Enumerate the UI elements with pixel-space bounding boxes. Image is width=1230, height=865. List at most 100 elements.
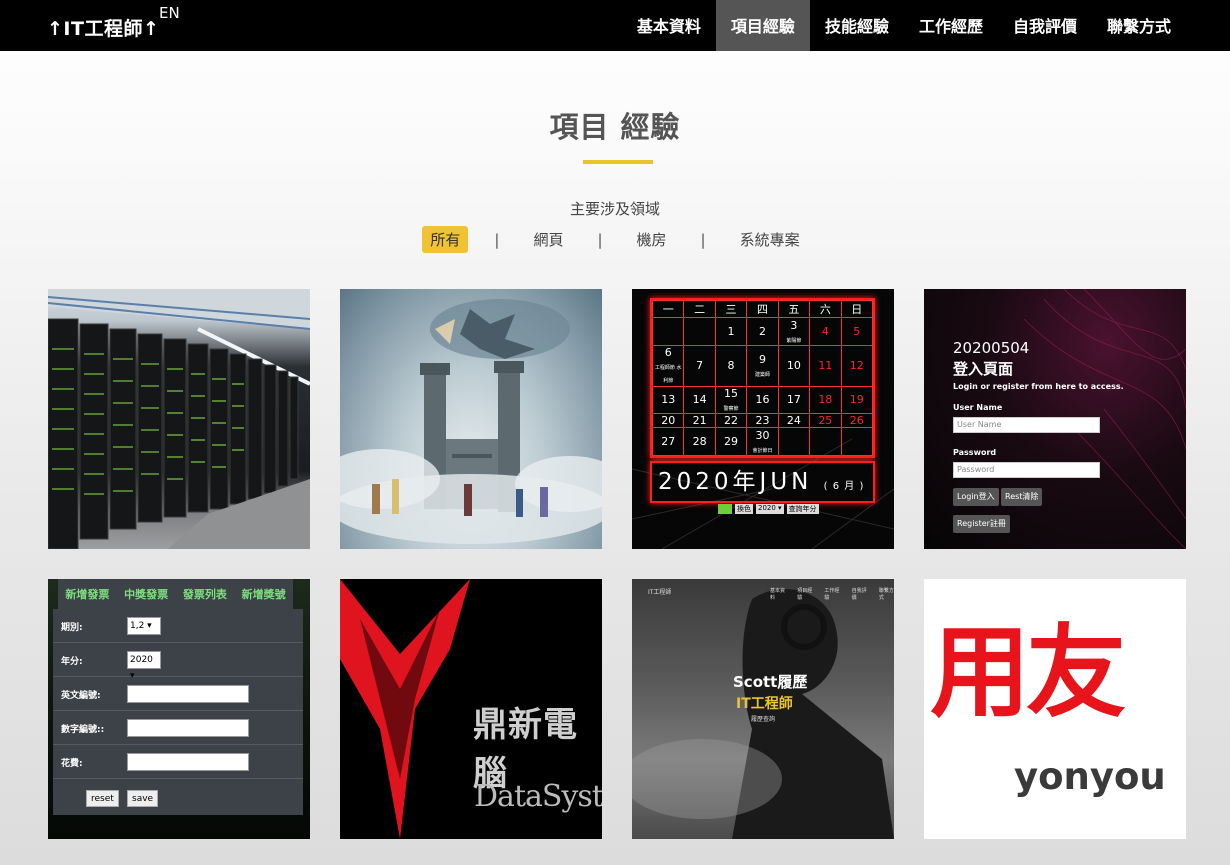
form-row-cost: 花費: (53, 745, 303, 779)
project-tile-login[interactable]: 20200504 登入頁面 Login or register from her… (924, 289, 1186, 549)
day-cell: 4 (809, 317, 842, 346)
filter-system-projects[interactable]: 系統專案 (732, 226, 808, 253)
register-button[interactable]: Register註冊 (953, 515, 1010, 533)
day-cell (683, 317, 716, 346)
project-tile-server-room[interactable] (48, 289, 310, 549)
year-label: 年分: (61, 657, 83, 667)
project-tile-resume[interactable]: IT工程師 基本資料 項目經驗 工作經驗 自我評價 聯繫方式 Scott履歷 I… (632, 579, 894, 839)
project-tile-yonyou[interactable]: 用友 yonyou (924, 579, 1186, 839)
form-row-period: 期別: 1,2 ▾ (53, 609, 303, 643)
section-title: 項目 經驗 (549, 110, 681, 144)
day-note: 會計節日 (752, 447, 773, 454)
resume-name: Scott履歷 (733, 673, 808, 691)
invoice-save-button[interactable]: save (127, 790, 159, 807)
weekday-header: 四 (746, 299, 779, 319)
nav-item-self-evaluation[interactable]: 自我評價 (998, 0, 1092, 51)
number-code-input[interactable] (127, 719, 249, 737)
filter-separator: | (494, 230, 500, 249)
filter-web[interactable]: 網頁 (525, 226, 571, 253)
weekday-header: 五 (777, 299, 811, 319)
yonyou-chinese-logo: 用友 (930, 614, 1126, 731)
tab-invoice-list[interactable]: 發票列表 (183, 586, 227, 602)
invoice-reset-button[interactable]: reset (86, 790, 119, 807)
filter-all[interactable]: 所有 (422, 226, 469, 253)
cost-input[interactable] (127, 753, 249, 771)
username-label: User Name (953, 403, 1003, 412)
resume-role: IT工程師 (736, 696, 793, 712)
login-heading: 登入頁面 (953, 360, 1014, 378)
day-cell: 30 會計節日 (746, 427, 779, 456)
day-number: 15 (724, 386, 739, 400)
day-cell: 6 工程師節 水利節 (651, 344, 685, 387)
day-cell: 8 (714, 344, 748, 387)
day-number: 9 (758, 352, 766, 366)
weekday-header: 日 (840, 299, 874, 319)
day-cell: 24 (777, 413, 811, 429)
day-note: 警察節 (723, 405, 739, 412)
day-cell: 27 (651, 427, 685, 456)
day-cell: 13 (651, 385, 685, 415)
datasystems-english-name: DataSystems (474, 779, 602, 814)
tab-add-prize-number[interactable]: 新增獎號 (242, 586, 286, 602)
section-subtitle: 主要涉及領域 (569, 200, 660, 218)
filter-bar: 所有 | 網頁 | 機房 | 系統專案 (0, 226, 1230, 253)
nav-item-work-history[interactable]: 工作經歷 (904, 0, 998, 51)
color-swatch[interactable] (718, 504, 732, 514)
day-number: 6 (664, 346, 672, 360)
letter-code-input[interactable] (127, 685, 249, 703)
top-navbar: ↑IT工程師↑ EN 基本資料 項目經驗 技能經驗 工作經歷 自我評價 聯繫方式 (0, 0, 1230, 51)
form-row-year: 年分: 2020 ▾ (53, 643, 303, 681)
project-tile-invoice[interactable]: 新增發票 中獎發票 發票列表 新增獎號 期別: 1,2 ▾ 年分: 2020 ▾… (48, 579, 310, 839)
project-tile-fantasy-art[interactable] (340, 289, 602, 549)
fantasy-art-image (340, 299, 602, 544)
tab-add-invoice[interactable]: 新增發票 (65, 586, 109, 602)
day-cell: 11 (809, 344, 842, 387)
letter-code-label: 英文編號: (61, 691, 101, 701)
day-cell: 12 (840, 344, 874, 387)
resume-menu-item: 項目經驗 (797, 588, 813, 601)
query-year-button[interactable]: 查詢年分 (786, 504, 819, 514)
nav-item-contact[interactable]: 聯繫方式 (1092, 0, 1186, 51)
nav-item-project-experience[interactable]: 項目經驗 (715, 0, 810, 51)
day-cell (809, 427, 842, 456)
day-cell: 1 (714, 317, 748, 346)
login-button[interactable]: Login登入 (953, 488, 999, 506)
project-tile-calendar[interactable]: 一 二 三 四 五 六 日 1 2 3 紫陽節 4 5 6 工程師節 水利節 7 8 (632, 289, 894, 549)
day-cell: 18 (809, 385, 842, 415)
filter-server-room[interactable]: 機房 (629, 226, 675, 253)
day-cell (651, 317, 685, 346)
brand-logo[interactable]: ↑IT工程師↑ (47, 14, 159, 41)
day-cell: 15 警察節 (714, 385, 748, 415)
calendar-controls: 換色 2020 ▾ 查詢年分 (718, 504, 819, 514)
day-cell: 9 建築師 (746, 344, 779, 387)
change-color-button[interactable]: 換色 (735, 504, 753, 514)
period-select[interactable]: 1,2 ▾ (127, 617, 161, 635)
day-number: 30 (755, 428, 770, 442)
resume-brand: IT工程師 (648, 589, 672, 596)
password-label: Password (953, 448, 997, 457)
day-cell: 7 (683, 344, 716, 387)
day-cell: 16 (746, 385, 779, 415)
username-input[interactable]: User Name (953, 417, 1100, 433)
reset-button[interactable]: Rest清除 (1001, 488, 1043, 506)
day-cell: 22 (714, 413, 748, 429)
form-row-number-code: 數字編號:: (53, 711, 303, 745)
nav-item-basic-info[interactable]: 基本資料 (622, 0, 716, 51)
year-select[interactable]: 2020 ▾ (127, 651, 161, 681)
nav-item-skills[interactable]: 技能經驗 (810, 0, 904, 51)
year-select[interactable]: 2020 ▾ (756, 504, 784, 514)
language-toggle[interactable]: EN (159, 4, 180, 22)
weekday-header: 一 (651, 299, 685, 319)
yonyou-english-logo: yonyou (1014, 755, 1166, 798)
password-input[interactable]: Password (953, 462, 1100, 478)
project-tile-datasystems[interactable]: 鼎新電腦 DataSystems (340, 579, 602, 839)
period-label: 期別: (61, 623, 83, 633)
filter-separator: | (597, 230, 603, 249)
calendar-month-title: 2020年JUN (658, 469, 813, 495)
cost-label: 花費: (61, 759, 83, 769)
day-cell: 19 (840, 385, 874, 415)
resume-subtitle: 履歷查詢 (751, 716, 776, 723)
form-row-letter-code: 英文編號: (53, 677, 303, 711)
day-cell: 29 (714, 427, 748, 456)
tab-winning-invoice[interactable]: 中獎發票 (124, 586, 168, 602)
